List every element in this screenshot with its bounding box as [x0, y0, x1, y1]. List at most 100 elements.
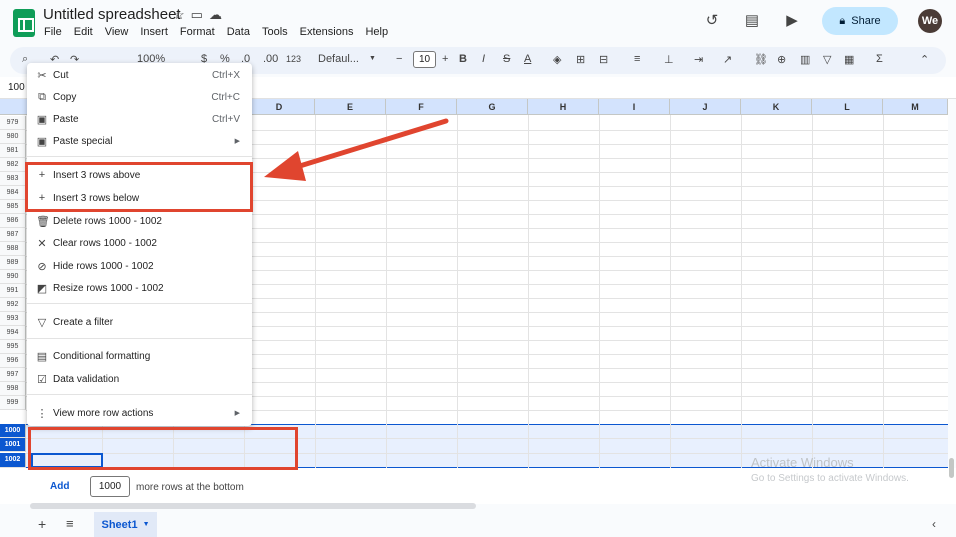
row-header-selected[interactable]: 1002 — [0, 453, 26, 468]
star-icon[interactable]: ☆ — [173, 7, 185, 23]
active-cell[interactable] — [31, 453, 103, 468]
text-rotation-icon[interactable]: ↗ — [723, 53, 732, 66]
column-header-e[interactable]: E — [315, 99, 386, 115]
row-header[interactable]: 979 — [0, 116, 26, 130]
avatar[interactable]: We — [918, 9, 942, 33]
menu-item-paste[interactable]: ▣ Paste Ctrl+V — [27, 109, 252, 129]
filter-views-icon[interactable]: ▦ — [844, 53, 854, 66]
functions-button[interactable]: Σ — [876, 53, 883, 65]
row-header[interactable]: 999 — [0, 396, 26, 410]
strikethrough-button[interactable]: S — [503, 53, 510, 65]
font-size-decrease-icon[interactable]: − — [396, 53, 402, 65]
font-size-input[interactable]: 10 — [413, 51, 436, 68]
menu-insert[interactable]: Insert — [140, 26, 168, 38]
menu-data[interactable]: Data — [227, 26, 250, 38]
text-color-button[interactable]: A — [524, 53, 531, 65]
borders-icon[interactable]: ⊞ — [576, 53, 585, 66]
row-header-selected[interactable]: 1000 — [0, 424, 26, 438]
comments-icon[interactable]: ▤ — [742, 11, 762, 31]
sheets-logo-icon[interactable] — [13, 9, 35, 37]
menu-item-data-validation[interactable]: ☑ Data validation — [27, 369, 252, 389]
vertical-scrollbar[interactable] — [949, 458, 954, 478]
column-header-i[interactable]: I — [599, 99, 670, 115]
cloud-status-icon[interactable]: ☁ — [209, 7, 222, 23]
row-header[interactable]: 994 — [0, 326, 26, 340]
menu-help[interactable]: Help — [365, 26, 388, 38]
row-header-selected[interactable]: 1001 — [0, 438, 26, 452]
fill-color-icon[interactable]: ◈ — [553, 53, 561, 66]
row-header[interactable]: 981 — [0, 144, 26, 158]
sheet-tab[interactable]: Sheet1 ▼ — [94, 512, 157, 537]
menu-item-conditional-formatting[interactable]: ▤ Conditional formatting — [27, 346, 252, 366]
menu-item-delete-rows[interactable]: 🗑︎ Delete rows 1000 - 1002 — [27, 211, 252, 231]
insert-chart-icon[interactable]: ▥ — [800, 53, 810, 66]
horizontal-scrollbar[interactable] — [30, 503, 476, 509]
row-header[interactable]: 983 — [0, 172, 26, 186]
bold-button[interactable]: B — [459, 53, 467, 65]
row-header[interactable]: 992 — [0, 298, 26, 312]
row-header[interactable]: 998 — [0, 382, 26, 396]
row-header[interactable]: 993 — [0, 312, 26, 326]
increase-decimal-button[interactable]: .00 — [263, 53, 278, 65]
filter-icon[interactable]: ▽ — [823, 53, 831, 66]
menu-item-paste-special[interactable]: ▣ Paste special ▶ — [27, 131, 252, 151]
insert-link-icon[interactable]: ⛓ — [754, 53, 768, 66]
row-header[interactable]: 985 — [0, 200, 26, 214]
move-folder-icon[interactable]: ▭ — [191, 7, 203, 23]
vertical-align-icon[interactable]: ⊥ — [664, 53, 674, 66]
menu-item-copy[interactable]: ⧉ Copy Ctrl+C — [27, 87, 252, 107]
menu-view[interactable]: View — [105, 26, 129, 38]
column-header-g[interactable]: G — [457, 99, 528, 115]
menu-edit[interactable]: Edit — [74, 26, 93, 38]
menu-item-more-row-actions[interactable]: ⋮ View more row actions ▶ — [27, 403, 252, 423]
rows-count-input[interactable]: 1000 — [90, 476, 130, 497]
text-wrap-icon[interactable]: ⇥ — [694, 53, 703, 66]
row-header[interactable]: 986 — [0, 214, 26, 228]
add-rows-button[interactable]: Add — [50, 481, 69, 492]
column-header-k[interactable]: K — [741, 99, 812, 115]
collapse-toolbar-icon[interactable]: ⌃ — [920, 53, 929, 66]
row-header[interactable]: 980 — [0, 130, 26, 144]
row-header[interactable]: 989 — [0, 256, 26, 270]
history-icon[interactable]: ↺ — [702, 11, 722, 31]
font-size-increase-icon[interactable]: + — [442, 53, 448, 65]
row-header[interactable]: 995 — [0, 340, 26, 354]
column-header-d[interactable]: D — [244, 99, 315, 115]
sheet-tab-dropdown-icon[interactable]: ▼ — [143, 521, 150, 528]
row-header[interactable]: 987 — [0, 228, 26, 242]
insert-comment-icon[interactable]: ⊕ — [777, 53, 786, 66]
menu-file[interactable]: File — [44, 26, 62, 38]
menu-item-insert-rows-above[interactable]: + Insert 3 rows above — [27, 165, 252, 185]
menu-format[interactable]: Format — [180, 26, 215, 38]
menu-tools[interactable]: Tools — [262, 26, 288, 38]
document-title[interactable]: Untitled spreadsheet — [43, 6, 181, 23]
horizontal-align-icon[interactable]: ≡ — [634, 53, 640, 65]
column-header-h[interactable]: H — [528, 99, 599, 115]
merge-cells-icon[interactable]: ⊟ — [599, 53, 608, 66]
share-button[interactable]: 🔒︎ Share — [822, 7, 898, 35]
column-header-f[interactable]: F — [386, 99, 457, 115]
menu-item-insert-rows-below[interactable]: + Insert 3 rows below — [27, 188, 252, 208]
column-header-j[interactable]: J — [670, 99, 741, 115]
menu-item-hide-rows[interactable]: ⊘ Hide rows 1000 - 1002 — [27, 256, 252, 276]
row-header[interactable]: 988 — [0, 242, 26, 256]
font-select[interactable]: Defaul... — [318, 53, 359, 65]
column-header-m[interactable]: M — [883, 99, 948, 115]
menu-item-cut[interactable]: ✂ Cut Ctrl+X — [27, 65, 252, 85]
meet-icon[interactable]: ▶ — [782, 11, 802, 31]
row-header[interactable]: 984 — [0, 186, 26, 200]
row-header[interactable]: 996 — [0, 354, 26, 368]
italic-button[interactable]: I — [482, 53, 485, 65]
explore-collapse-icon[interactable]: ‹ — [932, 517, 936, 531]
menu-extensions[interactable]: Extensions — [300, 26, 354, 38]
menu-item-resize-rows[interactable]: ◩ Resize rows 1000 - 1002 — [27, 278, 252, 298]
number-format-button[interactable]: 123 — [286, 54, 301, 64]
row-header[interactable]: 990 — [0, 270, 26, 284]
font-dropdown-icon[interactable]: ▼ — [369, 55, 376, 62]
menu-item-clear-rows[interactable]: ✕ Clear rows 1000 - 1002 — [27, 233, 252, 253]
name-box[interactable]: 100 — [8, 82, 25, 93]
row-header[interactable]: 997 — [0, 368, 26, 382]
row-header[interactable]: 991 — [0, 284, 26, 298]
column-header-l[interactable]: L — [812, 99, 883, 115]
menu-item-create-filter[interactable]: ▽ Create a filter — [27, 312, 252, 332]
